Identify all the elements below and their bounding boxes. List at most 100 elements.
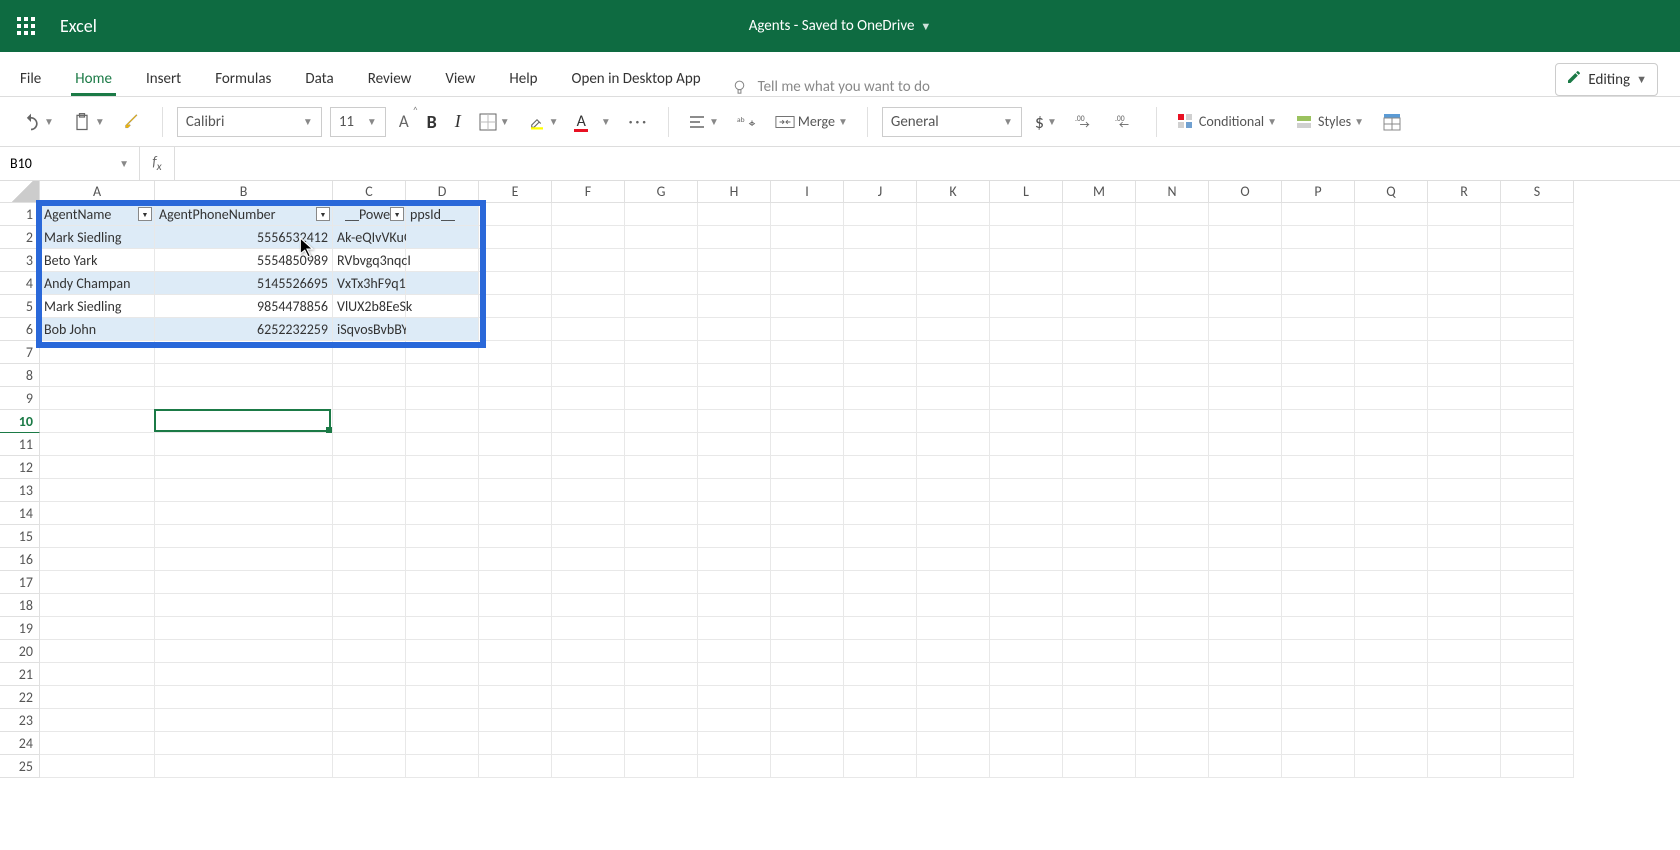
cell[interactable]: [40, 594, 155, 617]
cell[interactable]: [1428, 456, 1501, 479]
cell[interactable]: [1282, 295, 1355, 318]
cell[interactable]: [917, 272, 990, 295]
cell[interactable]: [771, 410, 844, 433]
cell[interactable]: [406, 456, 479, 479]
cell-styles-button[interactable]: Styles ▼: [1290, 109, 1369, 135]
cell[interactable]: [552, 249, 625, 272]
cell[interactable]: [1136, 203, 1209, 226]
column-header-M[interactable]: M: [1063, 181, 1136, 203]
cell[interactable]: [1428, 502, 1501, 525]
row-header-13[interactable]: 13: [0, 479, 40, 502]
cell[interactable]: Ak-eQIvVKuQ: [333, 226, 406, 249]
cell[interactable]: [625, 709, 698, 732]
cell[interactable]: [1355, 525, 1428, 548]
cell[interactable]: [1136, 548, 1209, 571]
cell[interactable]: [771, 433, 844, 456]
row-header-4[interactable]: 4: [0, 272, 40, 295]
cell[interactable]: [155, 525, 333, 548]
cell[interactable]: [1209, 364, 1282, 387]
row-header-22[interactable]: 22: [0, 686, 40, 709]
cell[interactable]: [1209, 663, 1282, 686]
cell[interactable]: [1209, 525, 1282, 548]
cell[interactable]: [155, 479, 333, 502]
row-header-25[interactable]: 25: [0, 755, 40, 778]
cell[interactable]: [1136, 410, 1209, 433]
cell[interactable]: [1136, 525, 1209, 548]
column-header-O[interactable]: O: [1209, 181, 1282, 203]
cell[interactable]: [40, 548, 155, 571]
cell[interactable]: [990, 502, 1063, 525]
cell[interactable]: [552, 272, 625, 295]
cell[interactable]: [552, 456, 625, 479]
column-header-C[interactable]: C: [333, 181, 406, 203]
cell[interactable]: [771, 272, 844, 295]
cell[interactable]: [771, 387, 844, 410]
cell[interactable]: [40, 364, 155, 387]
cell[interactable]: [1063, 387, 1136, 410]
cell[interactable]: RVbvgq3nqcI: [333, 249, 406, 272]
cell[interactable]: [698, 686, 771, 709]
cell[interactable]: [406, 594, 479, 617]
cell[interactable]: [771, 525, 844, 548]
cell[interactable]: [1209, 755, 1282, 778]
cell[interactable]: [1136, 663, 1209, 686]
cell[interactable]: [1501, 295, 1574, 318]
row-header-16[interactable]: 16: [0, 548, 40, 571]
cell[interactable]: [917, 341, 990, 364]
cell[interactable]: [1501, 249, 1574, 272]
cell[interactable]: [479, 502, 552, 525]
cell[interactable]: [1063, 433, 1136, 456]
cell[interactable]: [698, 548, 771, 571]
cell[interactable]: [990, 433, 1063, 456]
tab-file[interactable]: File: [16, 60, 45, 96]
cell[interactable]: [333, 548, 406, 571]
cell[interactable]: __Powe▼: [333, 203, 406, 226]
cell[interactable]: [1355, 341, 1428, 364]
fx-icon[interactable]: fx: [140, 147, 175, 180]
cell[interactable]: [844, 525, 917, 548]
cell[interactable]: [479, 548, 552, 571]
cell[interactable]: [40, 341, 155, 364]
cell[interactable]: [771, 479, 844, 502]
row-header-21[interactable]: 21: [0, 663, 40, 686]
cell[interactable]: [917, 709, 990, 732]
cell[interactable]: [1428, 617, 1501, 640]
cell[interactable]: [1501, 364, 1574, 387]
cell[interactable]: [552, 364, 625, 387]
cell[interactable]: [625, 318, 698, 341]
cell[interactable]: [333, 387, 406, 410]
cell[interactable]: [406, 502, 479, 525]
cell[interactable]: [1282, 203, 1355, 226]
cell[interactable]: [479, 249, 552, 272]
cell[interactable]: [771, 594, 844, 617]
cell[interactable]: [333, 433, 406, 456]
tab-insert[interactable]: Insert: [142, 60, 185, 96]
cell[interactable]: [1209, 318, 1282, 341]
cell[interactable]: [333, 502, 406, 525]
row-header-7[interactable]: 7: [0, 341, 40, 364]
cell[interactable]: [479, 732, 552, 755]
cell[interactable]: [1063, 249, 1136, 272]
cell[interactable]: [1428, 755, 1501, 778]
wrap-text-button[interactable]: ab: [732, 110, 762, 134]
cell[interactable]: [625, 410, 698, 433]
cell[interactable]: [1209, 341, 1282, 364]
cell[interactable]: [917, 433, 990, 456]
cell[interactable]: [625, 502, 698, 525]
cell[interactable]: [406, 709, 479, 732]
cell[interactable]: Andy Champan: [40, 272, 155, 295]
cell[interactable]: [1136, 479, 1209, 502]
cell[interactable]: [1355, 387, 1428, 410]
cell[interactable]: [844, 663, 917, 686]
cell[interactable]: [406, 732, 479, 755]
cell[interactable]: [844, 226, 917, 249]
cell[interactable]: [771, 318, 844, 341]
cell[interactable]: [552, 755, 625, 778]
cell[interactable]: [406, 686, 479, 709]
cell[interactable]: [479, 571, 552, 594]
cell[interactable]: [1136, 502, 1209, 525]
row-header-1[interactable]: 1: [0, 203, 40, 226]
cell[interactable]: [844, 249, 917, 272]
cell[interactable]: [844, 364, 917, 387]
cell[interactable]: [333, 617, 406, 640]
